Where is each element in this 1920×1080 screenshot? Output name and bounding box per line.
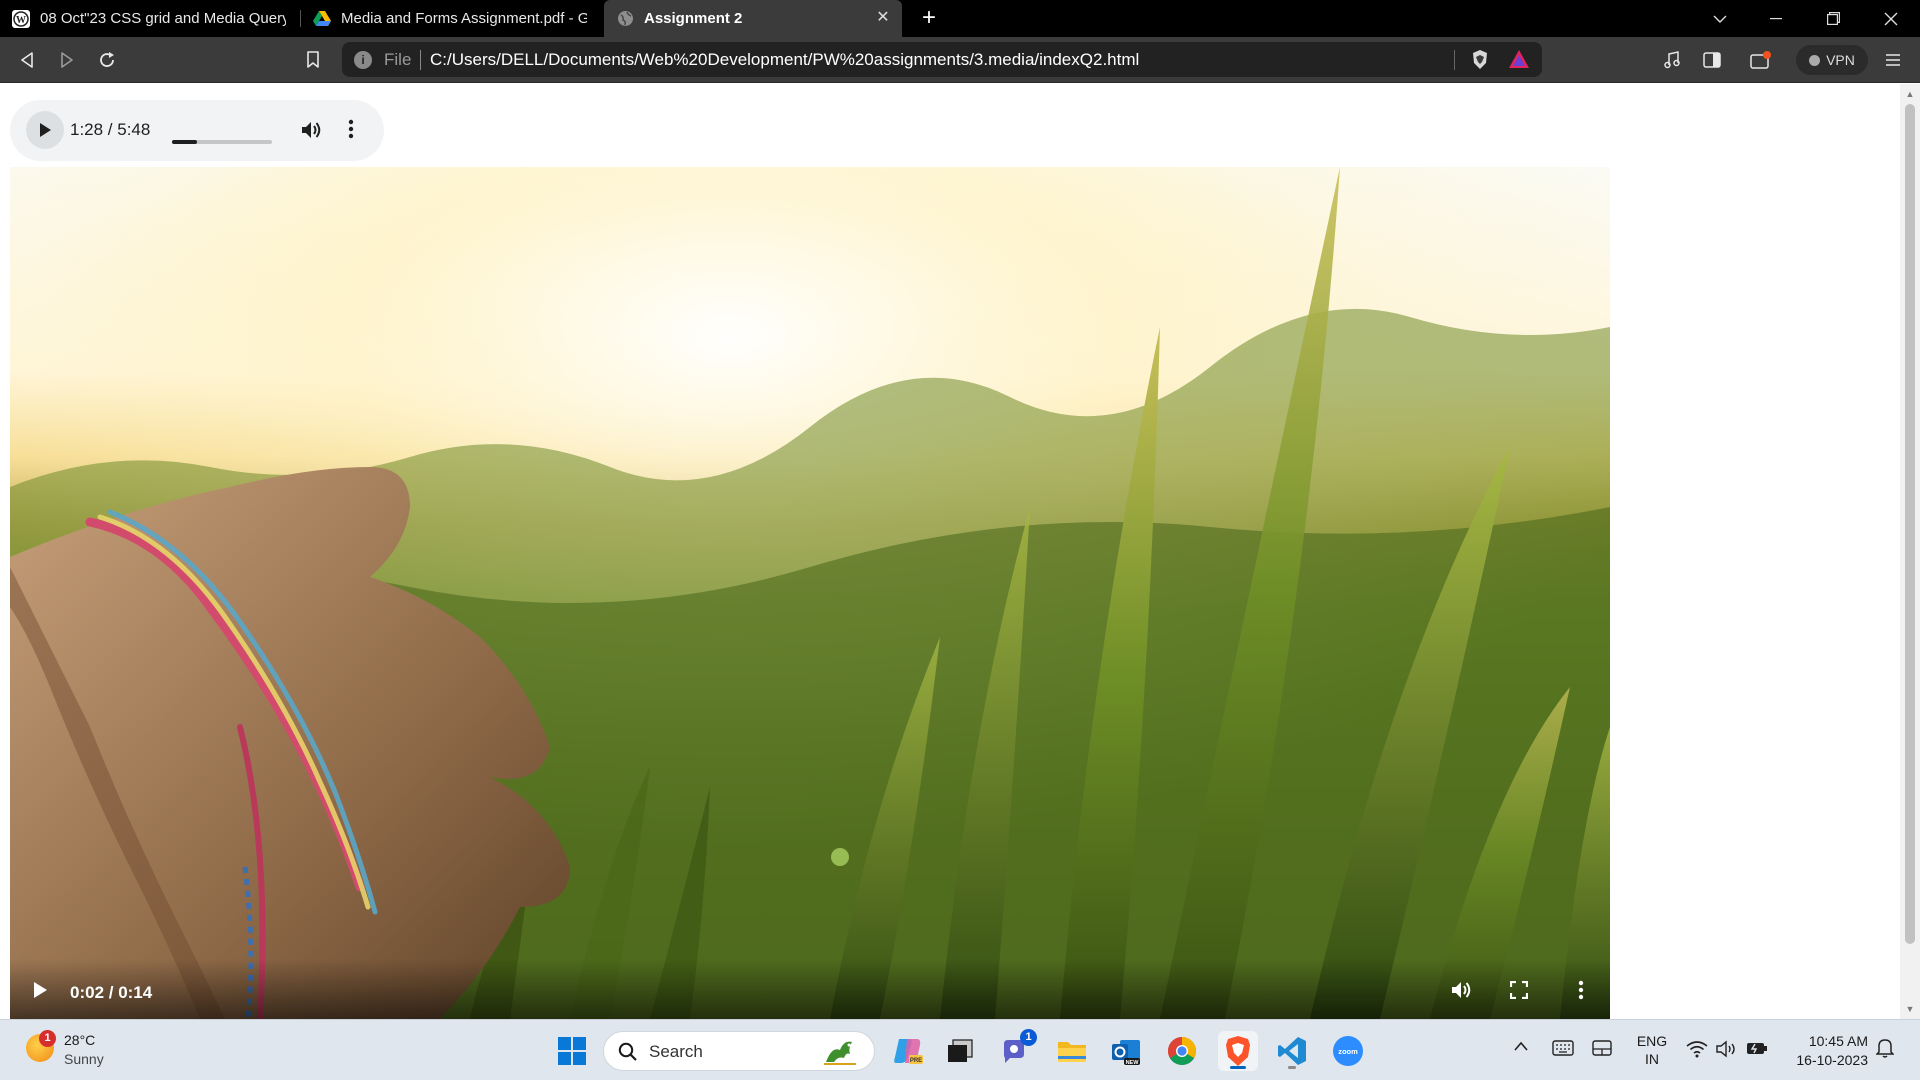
video-fullscreen-icon[interactable] [1509, 980, 1529, 1004]
input-language-indicator[interactable]: ENG IN [1634, 1032, 1670, 1068]
task-view-icon[interactable] [940, 1031, 980, 1071]
clock-date: 16-10-2023 [1796, 1052, 1868, 1068]
svg-text:W: W [16, 15, 26, 26]
start-button[interactable] [552, 1031, 592, 1071]
active-app-indicator [1230, 1066, 1246, 1069]
url-scheme-label: File [384, 50, 412, 69]
tab-search-chevron-icon[interactable] [1697, 0, 1743, 37]
clock-time: 10:45 AM [1808, 1033, 1868, 1049]
notification-bell-icon[interactable] [1875, 1038, 1895, 1061]
address-bar[interactable]: i File C:/Users/DELL/Documents/Web%20Dev… [342, 42, 1542, 77]
video-player[interactable]: 0:02 / 0:14 [10, 167, 1610, 1019]
reload-button[interactable] [92, 45, 122, 75]
bookmark-icon[interactable] [298, 45, 328, 75]
scroll-down-icon[interactable]: ▼ [1904, 1003, 1916, 1015]
google-drive-icon [313, 10, 331, 28]
close-window-button[interactable] [1868, 0, 1914, 37]
wallet-icon[interactable] [1746, 45, 1776, 75]
tab-title: 08 Oct"23 CSS grid and Media Query - [40, 10, 286, 27]
url-text[interactable]: C:/Users/DELL/Documents/Web%20Developmen… [430, 50, 1139, 70]
audio-play-button[interactable] [26, 111, 64, 149]
show-hidden-icons-chevron[interactable] [1514, 1038, 1528, 1054]
url-divider [420, 50, 421, 70]
windows-taskbar: 1 28°C Sunny Search PRE 1 NEW zoom ENG I… [0, 1019, 1920, 1080]
audio-time: 1:28 / 5:48 [70, 120, 151, 139]
page-content: 1:28 / 5:48 0:02 / 0:14 [0, 84, 1900, 1019]
sidebar-toggle-icon[interactable] [1697, 45, 1727, 75]
speaker-volume-icon[interactable] [1716, 1040, 1738, 1061]
restore-button[interactable] [1810, 0, 1856, 37]
region-code: IN [1645, 1051, 1659, 1067]
tab-media-forms-pdf[interactable]: Media and Forms Assignment.pdf - Go [301, 0, 601, 37]
tablet-mode-icon[interactable] [1592, 1040, 1612, 1059]
battery-charging-icon[interactable] [1746, 1040, 1768, 1059]
search-highlight-dragon-icon [822, 1036, 858, 1071]
video-volume-icon[interactable] [1450, 979, 1472, 1006]
audio-more-options-icon[interactable] [348, 118, 354, 145]
teams-notification-badge: 1 [1020, 1029, 1037, 1046]
forward-button[interactable] [52, 45, 82, 75]
omnibox-divider [1454, 50, 1455, 70]
browser-toolbar: i File C:/Users/DELL/Documents/Web%20Dev… [0, 37, 1920, 83]
video-more-options-icon[interactable] [1578, 979, 1584, 1006]
teams-chat-icon[interactable]: 1 [996, 1029, 1037, 1071]
audio-player[interactable]: 1:28 / 5:48 [10, 100, 384, 161]
svg-text:zoom: zoom [1338, 1047, 1358, 1056]
running-app-indicator [1288, 1066, 1296, 1069]
touch-keyboard-icon[interactable] [1552, 1040, 1574, 1059]
tab-title: Media and Forms Assignment.pdf - Go [341, 10, 587, 27]
system-clock[interactable]: 10:45 AM 16-10-2023 [1786, 1032, 1868, 1070]
video-controls: 0:02 / 0:14 [10, 959, 1610, 1019]
minimize-button[interactable] [1753, 0, 1799, 37]
audio-progress-bar[interactable] [172, 140, 272, 144]
globe-icon [616, 10, 634, 28]
outlook-new-icon[interactable]: NEW [1106, 1031, 1146, 1071]
vpn-label: VPN [1826, 52, 1855, 68]
language-code: ENG [1636, 1033, 1668, 1049]
vpn-status-icon [1809, 54, 1821, 66]
new-tab-button[interactable]: + [916, 6, 942, 32]
weather-description: Sunny [64, 1051, 104, 1067]
tab-css-grid[interactable]: W 08 Oct"23 CSS grid and Media Query - [0, 0, 300, 37]
brave-shields-icon[interactable] [1470, 49, 1490, 76]
menu-icon[interactable] [1878, 45, 1908, 75]
weather-notification-badge: 1 [39, 1030, 56, 1047]
tab-assignment-2[interactable]: Assignment 2 ✕ [604, 0, 902, 37]
wordpress-icon: W [12, 9, 30, 28]
zoom-icon[interactable]: zoom [1328, 1031, 1368, 1071]
file-explorer-icon[interactable] [1052, 1031, 1092, 1071]
tab-strip: W 08 Oct"23 CSS grid and Media Query - M… [0, 0, 1920, 37]
brave-browser-icon[interactable] [1218, 1031, 1258, 1071]
tab-title: Assignment 2 [644, 10, 743, 27]
scroll-up-icon[interactable]: ▲ [1904, 88, 1916, 100]
taskbar-search-box[interactable]: Search [603, 1031, 875, 1071]
site-info-icon[interactable]: i [354, 51, 372, 69]
page-scrollbar[interactable]: ▲ ▼ [1900, 84, 1920, 1019]
brave-rewards-icon[interactable] [1508, 49, 1530, 74]
video-frame-grass-hand [10, 167, 1610, 1019]
scrollbar-thumb[interactable] [1905, 104, 1915, 944]
video-play-button[interactable] [32, 981, 48, 1004]
chrome-icon[interactable] [1162, 1031, 1202, 1071]
vscode-icon[interactable] [1272, 1031, 1312, 1071]
video-time: 0:02 / 0:14 [70, 983, 153, 1002]
wifi-icon[interactable] [1686, 1040, 1708, 1061]
audio-volume-icon[interactable] [300, 119, 322, 146]
search-icon [618, 1042, 638, 1067]
copilot-icon[interactable]: PRE [888, 1031, 928, 1071]
media-playback-icon[interactable] [1657, 45, 1687, 75]
close-tab-icon[interactable]: ✕ [874, 9, 892, 27]
weather-temperature: 28°C [64, 1032, 96, 1048]
svg-text:PRE: PRE [910, 1058, 922, 1064]
search-placeholder: Search [649, 1042, 703, 1061]
vpn-button[interactable]: VPN [1796, 45, 1868, 75]
audio-progress-fill [172, 140, 198, 144]
svg-text:NEW: NEW [1126, 1060, 1140, 1066]
back-button[interactable] [12, 45, 42, 75]
